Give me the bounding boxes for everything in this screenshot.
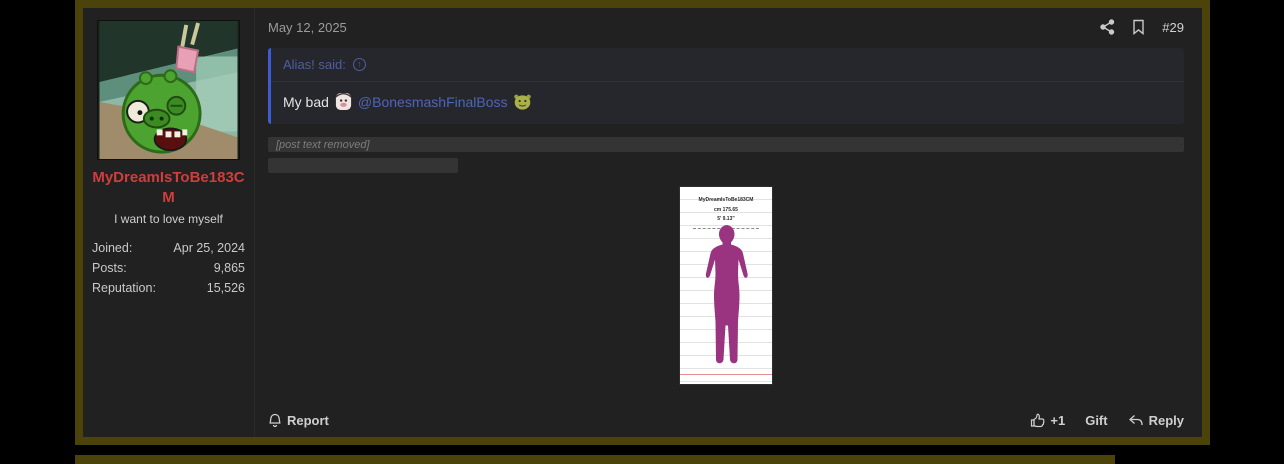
user-tagline: I want to love myself xyxy=(92,212,245,226)
username-link[interactable]: MyDreamIsToBe183CM xyxy=(92,168,245,207)
green-pig-avatar-image xyxy=(98,21,239,159)
quote-body: My bad @BonesmashFinalBoss xyxy=(271,81,1184,124)
plus-one-label: +1 xyxy=(1050,413,1065,428)
stat-reputation: Reputation: 15,526 xyxy=(92,281,245,295)
redacted-text-line: [post text removed] xyxy=(268,137,1184,152)
like-count[interactable]: +1 xyxy=(1030,413,1065,428)
quote-block: Alias! said: ↑ My bad @BonesmashFinalBos… xyxy=(268,48,1184,124)
quote-text: My bad xyxy=(283,94,329,110)
post-header: May 12, 2025 xyxy=(268,19,1184,35)
stat-joined: Joined: Apr 25, 2024 xyxy=(92,241,245,255)
ground-line xyxy=(680,374,772,375)
next-post-top-border xyxy=(75,455,1115,464)
forum-post-card: MyDreamIsToBe183CM I want to love myself… xyxy=(75,0,1210,445)
report-label: Report xyxy=(287,413,329,428)
bell-icon xyxy=(268,413,282,428)
stat-value: 15,526 xyxy=(207,281,245,295)
quote-header[interactable]: Alias! said: ↑ xyxy=(271,48,1184,81)
height-chart-image[interactable]: MyDreamIsToBe183CM cm 175.65 5' 9.13" xyxy=(680,187,772,384)
page: MyDreamIsToBe183CM I want to love myself… xyxy=(0,0,1284,464)
person-silhouette xyxy=(696,223,756,375)
post-number-link[interactable]: #29 xyxy=(1162,20,1184,35)
stat-label: Joined: xyxy=(92,241,132,255)
report-button[interactable]: Report xyxy=(268,413,329,428)
stat-posts: Posts: 9,865 xyxy=(92,261,245,275)
thumbs-up-icon xyxy=(1030,413,1045,428)
post-date-link[interactable]: May 12, 2025 xyxy=(268,20,347,35)
stat-value: 9,865 xyxy=(214,261,245,275)
post-footer: Report +1 Gift xyxy=(268,405,1184,428)
share-icon[interactable] xyxy=(1100,19,1115,35)
gift-label: Gift xyxy=(1085,413,1107,428)
reply-button[interactable]: Reply xyxy=(1128,413,1184,428)
shrek-emoji xyxy=(513,92,532,111)
custom-face-emoji xyxy=(334,92,353,111)
quote-attribution: Alias! said: xyxy=(283,57,346,72)
redaction-note: [post text removed] xyxy=(276,139,370,151)
goto-quoted-post-icon[interactable]: ↑ xyxy=(353,58,366,71)
reply-label: Reply xyxy=(1149,413,1184,428)
post-main: May 12, 2025 xyxy=(255,8,1202,437)
post-body-redacted: [post text removed] xyxy=(268,137,1184,173)
bookmark-icon[interactable] xyxy=(1132,19,1145,35)
gift-button[interactable]: Gift xyxy=(1085,413,1107,428)
stat-label: Reputation: xyxy=(92,281,156,295)
redacted-text-line xyxy=(268,158,458,173)
user-sidebar: MyDreamIsToBe183CM I want to love myself… xyxy=(83,8,255,437)
reply-arrow-icon xyxy=(1128,414,1144,428)
stat-label: Posts: xyxy=(92,261,127,275)
avatar[interactable] xyxy=(98,21,239,159)
mention-link[interactable]: @BonesmashFinalBoss xyxy=(358,94,508,110)
attachment-area: MyDreamIsToBe183CM cm 175.65 5' 9.13" xyxy=(268,187,1184,384)
stat-value: Apr 25, 2024 xyxy=(173,241,245,255)
